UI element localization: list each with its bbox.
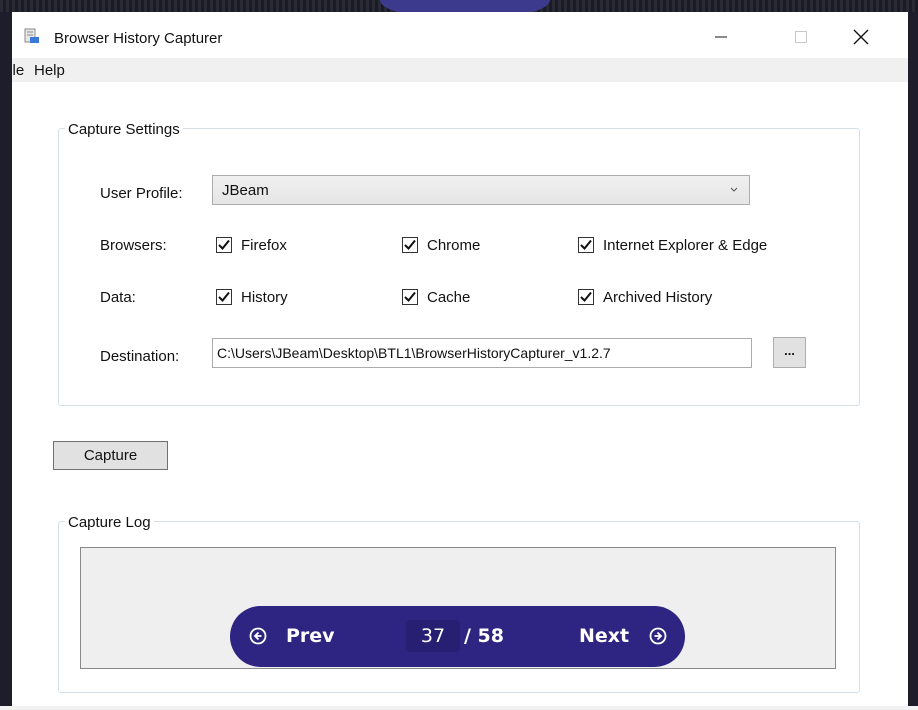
user-profile-label: User Profile: (100, 185, 183, 202)
chevron-down-icon (730, 187, 738, 192)
minimize-button[interactable] (698, 20, 744, 54)
menu-file[interactable]: File (12, 62, 24, 79)
window-title: Browser History Capturer (54, 30, 223, 47)
title-bar: Browser History Capturer (12, 12, 908, 58)
checkmark-icon (404, 239, 416, 250)
chrome-checkbox-box[interactable] (402, 237, 418, 253)
checkmark-icon (580, 239, 592, 250)
total-pages: / 58 (464, 625, 504, 647)
menu-help[interactable]: Help (34, 62, 65, 79)
capture-button[interactable]: Capture (53, 441, 168, 470)
prev-button[interactable]: Prev (286, 625, 335, 647)
arrow-left-circle-icon[interactable] (248, 626, 268, 646)
current-page-input[interactable]: 37 (406, 620, 460, 652)
arrow-right-circle-icon[interactable] (648, 626, 668, 646)
browse-button[interactable]: ... (773, 337, 806, 368)
checkmark-icon (580, 291, 592, 302)
ie-edge-checkbox-box[interactable] (578, 237, 594, 253)
cache-checkbox-box[interactable] (402, 289, 418, 305)
next-button[interactable]: Next (579, 625, 629, 647)
archived-history-checkbox-box[interactable] (578, 289, 594, 305)
data-label: Data: (100, 289, 136, 306)
chrome-checkbox-label: Chrome (427, 237, 481, 254)
destination-input[interactable]: C:\Users\JBeam\Desktop\BTL1\BrowserHisto… (212, 338, 752, 368)
menu-bar: File Help (12, 58, 908, 82)
ie-edge-checkbox-label: Internet Explorer & Edge (603, 237, 768, 254)
page-navigator: Prev 37 / 58 Next (230, 606, 685, 667)
firefox-checkbox-box[interactable] (216, 237, 232, 253)
capture-log-legend: Capture Log (65, 514, 154, 531)
archived-history-checkbox-label: Archived History (603, 289, 713, 306)
user-profile-dropdown[interactable]: JBeam (212, 175, 750, 205)
checkmark-icon (218, 291, 230, 302)
user-profile-value: JBeam (222, 182, 269, 199)
close-icon (853, 29, 869, 45)
bottom-edge (0, 706, 918, 710)
close-button[interactable] (838, 20, 884, 54)
destination-value: C:\Users\JBeam\Desktop\BTL1\BrowserHisto… (217, 345, 611, 361)
checkmark-icon (404, 291, 416, 302)
history-checkbox-label: History (241, 289, 288, 306)
destination-label: Destination: (100, 348, 180, 365)
app-icon (24, 28, 39, 43)
maximize-button[interactable] (778, 20, 824, 54)
checkmark-icon (218, 239, 230, 250)
capture-settings-legend: Capture Settings (65, 121, 183, 138)
history-checkbox-box[interactable] (216, 289, 232, 305)
minimize-icon (715, 36, 727, 38)
cache-checkbox-label: Cache (427, 289, 471, 306)
browsers-label: Browsers: (100, 237, 167, 254)
firefox-checkbox-label: Firefox (241, 237, 287, 254)
maximize-icon (795, 31, 807, 43)
